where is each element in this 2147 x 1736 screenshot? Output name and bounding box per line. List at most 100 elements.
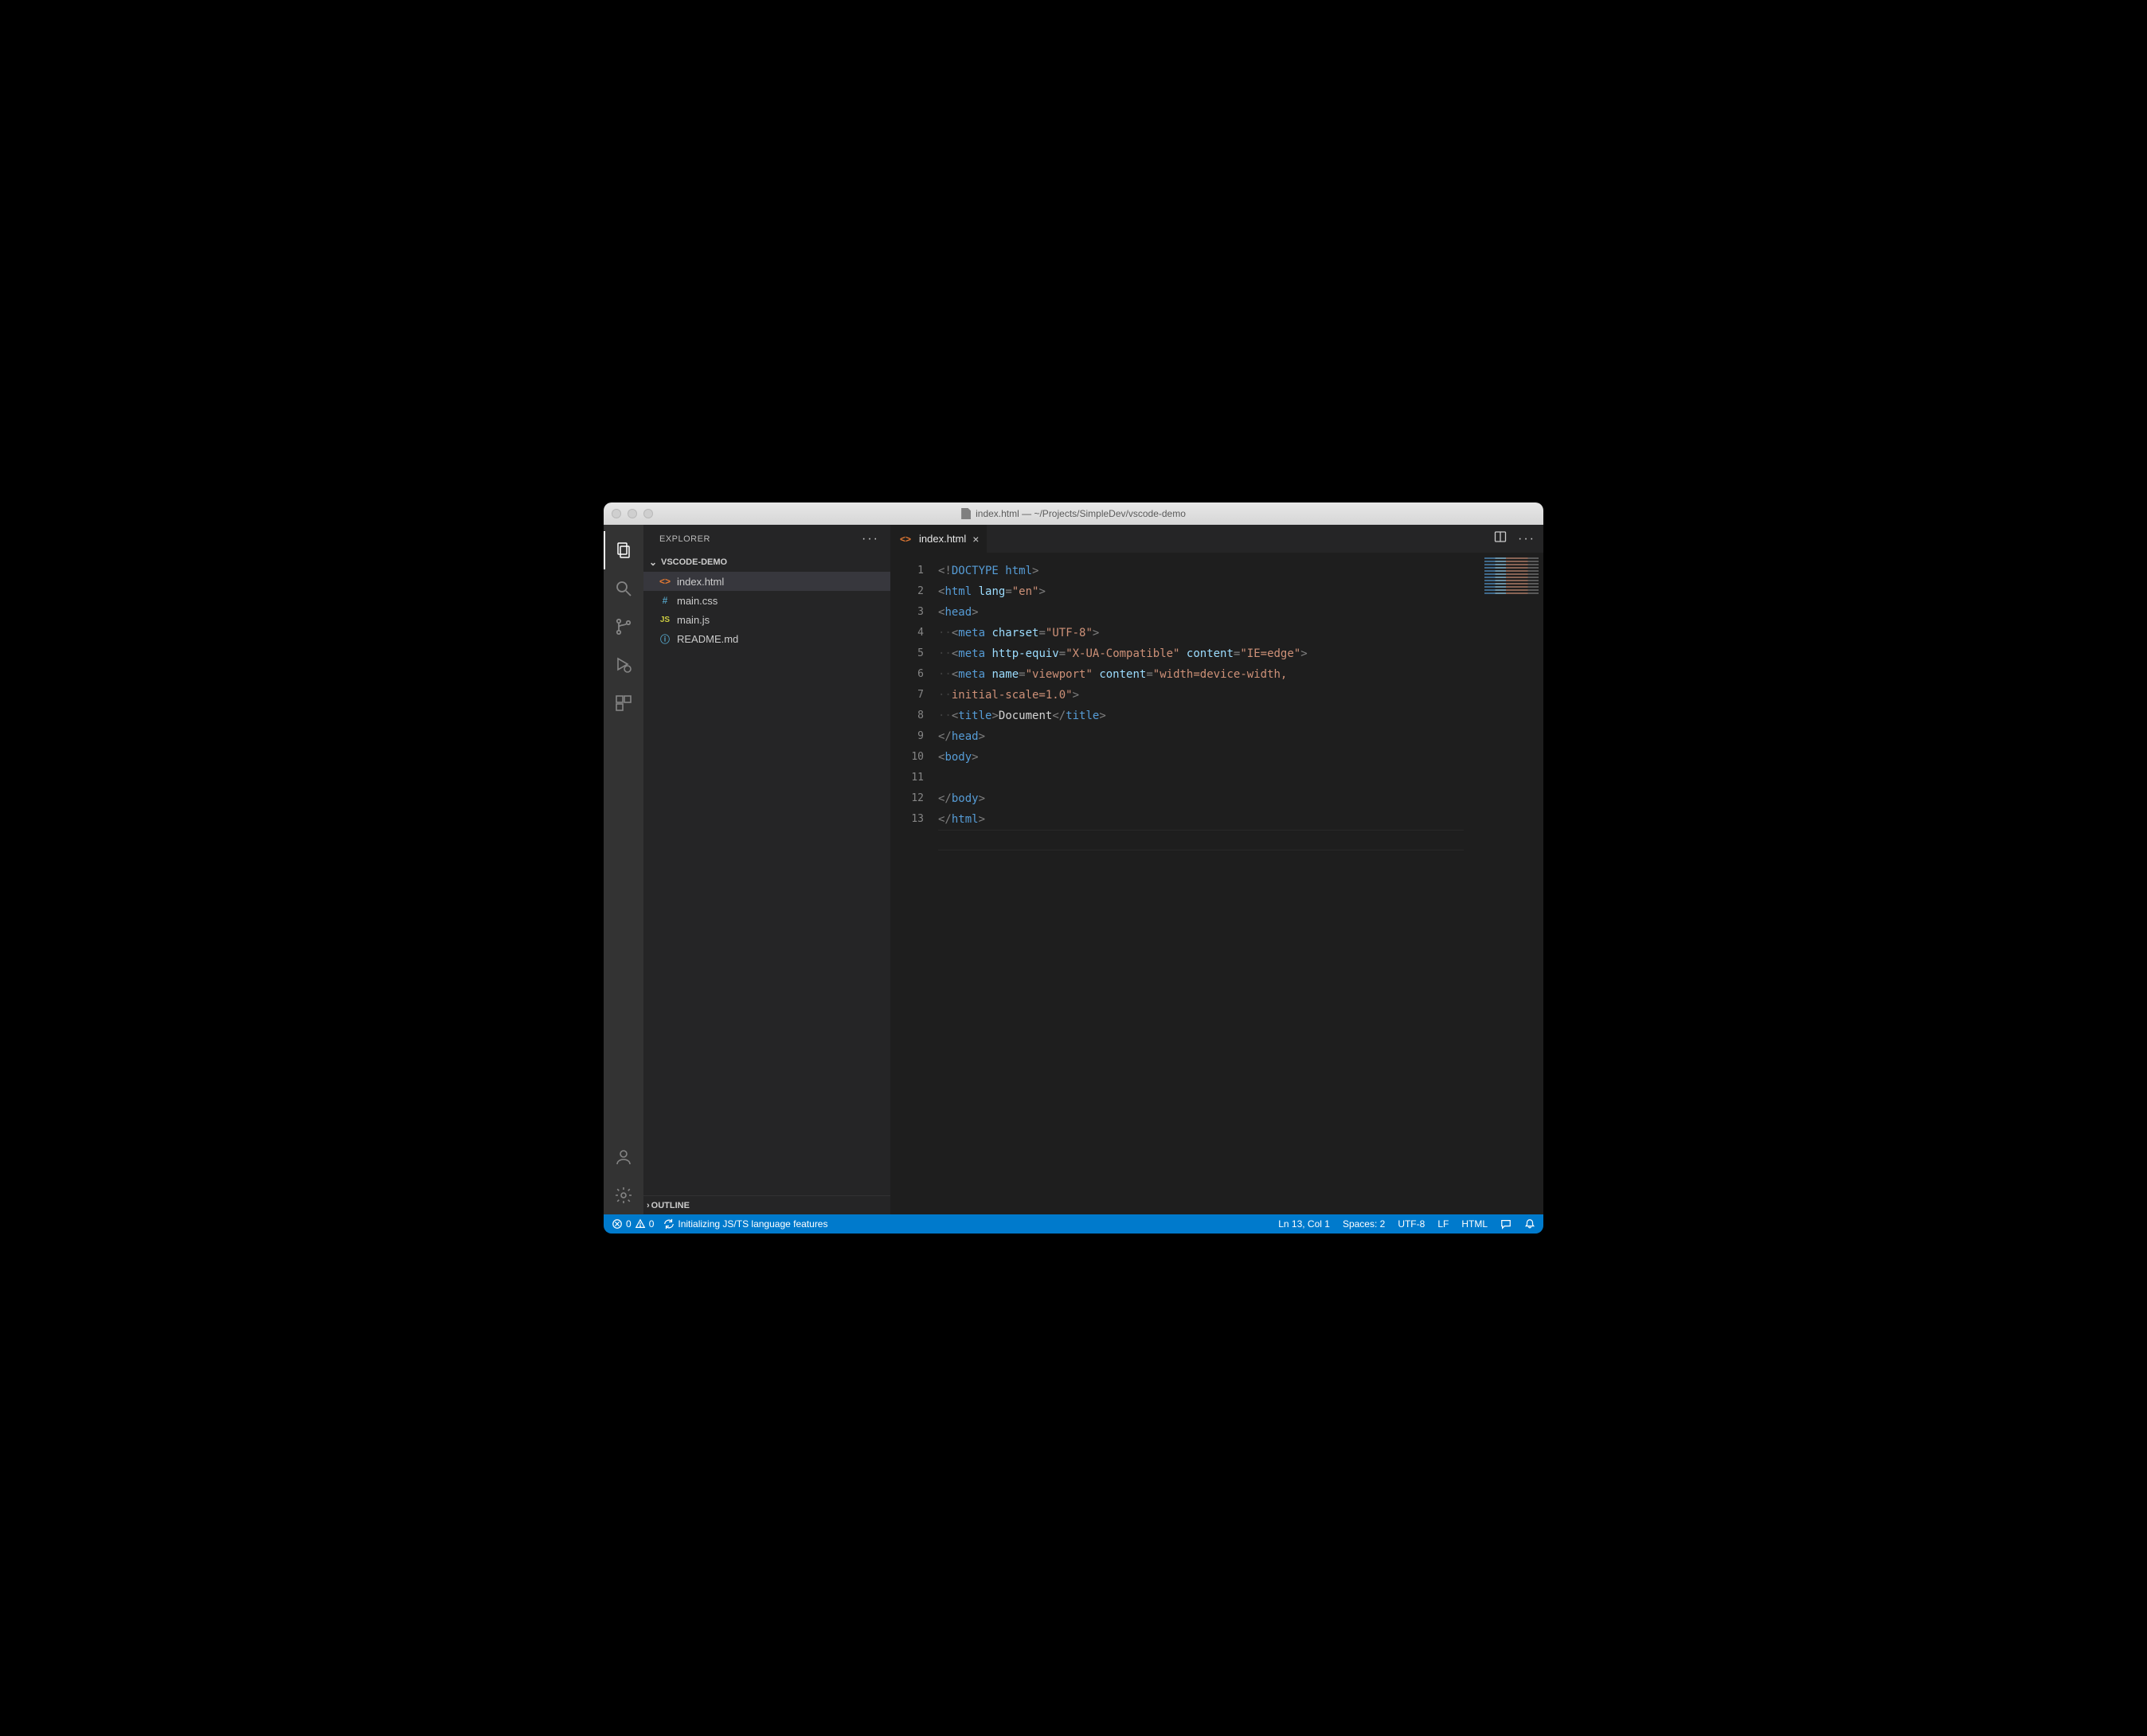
status-notifications[interactable] <box>1524 1218 1535 1230</box>
play-bug-icon <box>614 655 633 674</box>
code-line[interactable]: <head> <box>938 602 1480 623</box>
status-warnings-count: 0 <box>649 1218 655 1230</box>
account-icon <box>614 1148 633 1167</box>
split-icon <box>1494 530 1507 543</box>
code-line[interactable]: <!DOCTYPE html> <box>938 561 1480 581</box>
code-line[interactable]: ··<title>Document</title> <box>938 706 1480 726</box>
code-line[interactable]: <html lang="en"> <box>938 581 1480 602</box>
status-sync-text: Initializing JS/TS language features <box>678 1218 827 1230</box>
sync-icon <box>663 1218 675 1230</box>
code-line[interactable]: </head> <box>938 726 1480 747</box>
status-language[interactable]: HTML <box>1461 1218 1488 1230</box>
editor-body[interactable]: 12345678910111213 <!DOCTYPE html><html l… <box>890 553 1543 1214</box>
activity-bar <box>604 525 643 1214</box>
file-tree: <> index.html # main.css JS main.js ⓘREADME.md <box>643 572 890 1195</box>
code-line[interactable] <box>938 830 1480 850</box>
titlebar: index.html — ~/Projects/SimpleDev/vscode… <box>604 502 1543 525</box>
project-name: VSCODE-DEMO <box>661 557 727 567</box>
line-number: 11 <box>890 768 924 788</box>
warning-icon <box>635 1218 646 1230</box>
window-title-text: index.html — ~/Projects/SimpleDev/vscode… <box>976 508 1186 519</box>
line-number: 8 <box>890 706 924 726</box>
minimize-window-button[interactable] <box>628 509 637 518</box>
code-line[interactable]: ··<meta http-equiv="X-UA-Compatible" con… <box>938 643 1480 664</box>
status-encoding[interactable]: UTF-8 <box>1398 1218 1425 1230</box>
feedback-icon <box>1500 1218 1512 1230</box>
activity-run-debug[interactable] <box>604 646 643 684</box>
code-line[interactable] <box>938 768 1480 788</box>
line-number: 1 <box>890 561 924 581</box>
activity-settings[interactable] <box>604 1176 643 1214</box>
minimap-content <box>1484 557 1539 596</box>
status-feedback[interactable] <box>1500 1218 1512 1230</box>
code-line[interactable]: ··<meta charset="UTF-8"> <box>938 623 1480 643</box>
minimap[interactable] <box>1480 553 1543 1214</box>
file-item-label: index.html <box>677 576 724 588</box>
code-line[interactable]: <body> <box>938 747 1480 768</box>
tabbar-actions: ··· <box>1486 525 1543 553</box>
editor-group: <>index.html× ··· 12345678910111213 <!DO… <box>890 525 1543 1214</box>
code-line[interactable]: </html> <box>938 809 1480 830</box>
html-file-icon: <> <box>658 576 672 587</box>
tab-label: index.html <box>919 533 966 545</box>
line-number: 5 <box>890 643 924 664</box>
line-number: 13 <box>890 809 924 830</box>
status-problems[interactable]: 0 0 <box>612 1218 654 1230</box>
sidebar-header: EXPLORER ··· <box>643 525 890 553</box>
sidebar-title: EXPLORER <box>659 534 710 544</box>
line-number: 2 <box>890 581 924 602</box>
activity-explorer[interactable] <box>604 531 643 569</box>
file-item-label: main.css <box>677 595 718 607</box>
code-line[interactable]: </body> <box>938 788 1480 809</box>
tab-close-button[interactable]: × <box>972 533 979 545</box>
activity-source-control[interactable] <box>604 608 643 646</box>
line-number: 9 <box>890 726 924 747</box>
line-number: 3 <box>890 602 924 623</box>
activity-search[interactable] <box>604 569 643 608</box>
editor-tab[interactable]: <> index.html × <box>890 525 987 553</box>
line-number: 7 <box>890 685 924 706</box>
split-editor-button[interactable] <box>1494 530 1507 547</box>
statusbar: 0 0 Initializing JS/TS language features… <box>604 1214 1543 1234</box>
file-item[interactable]: <> index.html <box>643 572 890 591</box>
line-number: 4 <box>890 623 924 643</box>
status-eol[interactable]: LF <box>1437 1218 1449 1230</box>
file-item[interactable]: ⓘREADME.md <box>643 629 890 648</box>
gutter: 12345678910111213 <box>890 553 935 1214</box>
code-line[interactable]: ··<meta name="viewport" content="width=d… <box>938 664 1480 685</box>
code-area[interactable]: <!DOCTYPE html><html lang="en"><head>··<… <box>935 553 1480 1214</box>
project-section-header[interactable]: ⌄ VSCODE-DEMO <box>643 553 890 572</box>
line-number: 6 <box>890 664 924 685</box>
bell-icon <box>1524 1218 1535 1230</box>
status-sync[interactable]: Initializing JS/TS language features <box>663 1218 827 1230</box>
sidebar: EXPLORER ··· ⌄ VSCODE-DEMO <> index.html #… <box>643 525 890 1214</box>
error-icon <box>612 1218 623 1230</box>
status-errors-count: 0 <box>626 1218 632 1230</box>
file-item[interactable]: # main.css <box>643 591 890 610</box>
files-icon <box>614 541 633 560</box>
search-icon <box>614 579 633 598</box>
status-indent[interactable]: Spaces: 2 <box>1343 1218 1385 1230</box>
code-line[interactable]: ··initial-scale=1.0"> <box>938 685 1480 706</box>
tab-file-icon: <> <box>898 534 913 545</box>
chevron-down-icon: ⌄ <box>647 557 659 568</box>
branch-icon <box>614 617 633 636</box>
line-number: 12 <box>890 788 924 809</box>
file-item[interactable]: JS main.js <box>643 610 890 629</box>
maximize-window-button[interactable] <box>643 509 653 518</box>
line-number: 10 <box>890 747 924 768</box>
sidebar-more-button[interactable]: ··· <box>862 532 879 546</box>
outline-section-header[interactable]: › OUTLINE <box>643 1195 890 1214</box>
chevron-right-icon: › <box>647 1201 650 1210</box>
js-file-icon: JS <box>658 616 672 624</box>
activity-account[interactable] <box>604 1138 643 1176</box>
css-file-icon: # <box>658 595 672 606</box>
activity-extensions[interactable] <box>604 684 643 722</box>
close-window-button[interactable] <box>612 509 621 518</box>
file-item-label: main.js <box>677 614 710 626</box>
main-area: EXPLORER ··· ⌄ VSCODE-DEMO <> index.html #… <box>604 525 1543 1214</box>
traffic-lights <box>612 509 653 518</box>
status-line-col[interactable]: Ln 13, Col 1 <box>1278 1218 1330 1230</box>
editor-more-button[interactable]: ··· <box>1518 532 1535 546</box>
outline-title: OUTLINE <box>651 1201 690 1210</box>
